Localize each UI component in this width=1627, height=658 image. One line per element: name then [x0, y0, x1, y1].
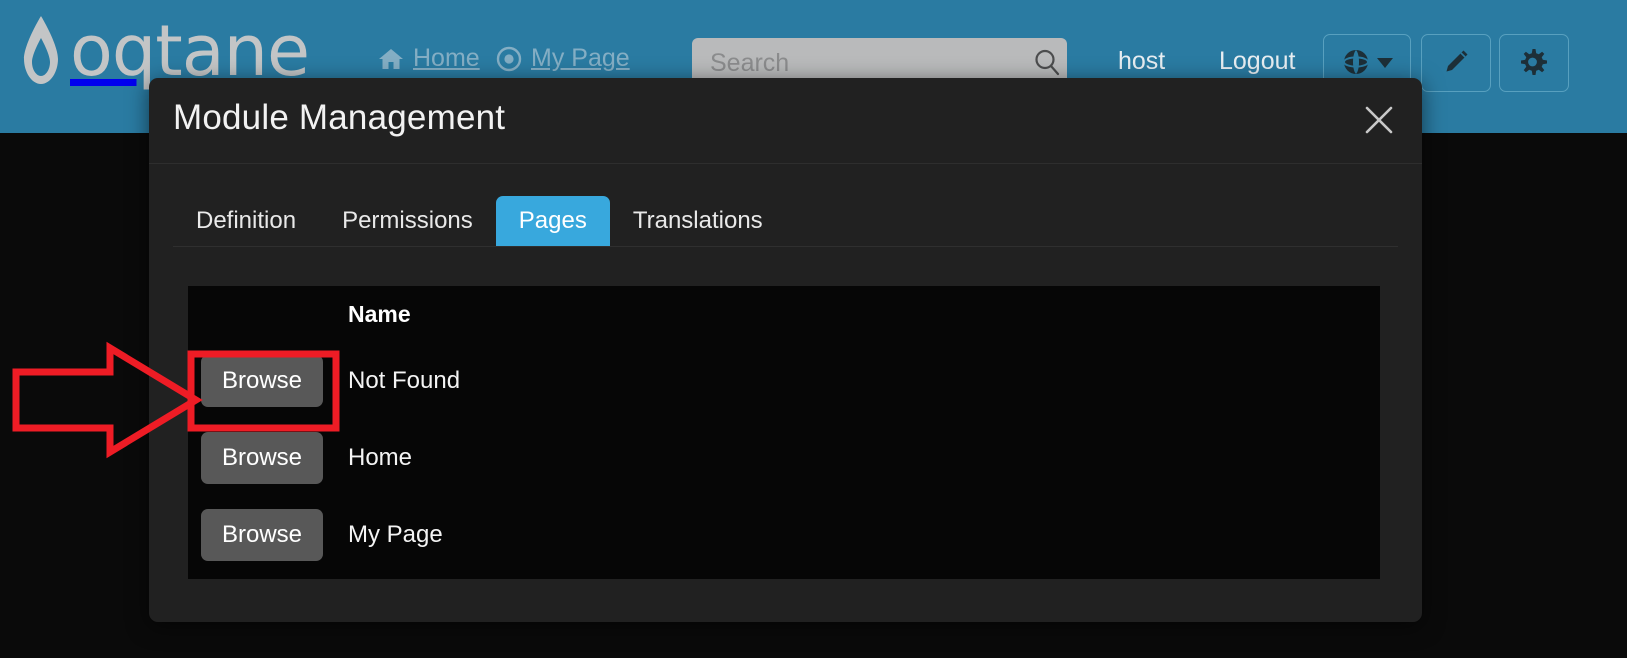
target-circle-icon: [496, 46, 522, 72]
browse-button[interactable]: Browse: [201, 354, 323, 407]
tab-definition[interactable]: Definition: [173, 196, 319, 246]
modal-tabs: Definition Permissions Pages Translation…: [173, 195, 1398, 247]
tab-pages[interactable]: Pages: [495, 196, 610, 246]
site-settings-button[interactable]: [1499, 34, 1569, 92]
modal-header: Module Management: [149, 78, 1422, 164]
logout-link[interactable]: Logout: [1219, 47, 1295, 76]
logo-wordmark: oqtane: [70, 10, 310, 92]
pencil-icon: [1441, 47, 1471, 80]
module-management-modal: Module Management Definition Permissions…: [149, 78, 1422, 622]
gear-icon: [1519, 47, 1549, 80]
table-header-name: Name: [348, 300, 411, 327]
search-icon: [1032, 47, 1062, 80]
table-cell-action: Browse: [188, 354, 348, 407]
user-account-link[interactable]: host: [1118, 47, 1165, 76]
pages-table: Name Browse Not Found Browse Home Browse…: [188, 286, 1380, 579]
search-button[interactable]: [1032, 47, 1062, 80]
nav-link-home[interactable]: Home: [378, 44, 480, 73]
table-header-row: Name: [188, 286, 1380, 342]
globe-icon: [1341, 47, 1371, 80]
nav-link-my-page[interactable]: My Page: [496, 44, 630, 73]
table-row: Browse Not Found: [188, 342, 1380, 419]
table-cell-name: My Page: [348, 520, 443, 548]
nav-link-my-page-label: My Page: [531, 44, 630, 72]
tab-permissions[interactable]: Permissions: [319, 196, 496, 246]
browse-button[interactable]: Browse: [201, 508, 323, 561]
tab-translations[interactable]: Translations: [610, 196, 786, 246]
modal-close-button[interactable]: [1358, 100, 1400, 142]
modal-title: Module Management: [173, 98, 506, 137]
app-screen: oqtane Home My Page Search host Logout M…: [0, 0, 1627, 658]
site-logo[interactable]: oqtane: [18, 10, 310, 92]
nav-link-home-label: Home: [413, 44, 480, 72]
chevron-down-icon: [1377, 58, 1393, 68]
table-row: Browse My Page: [188, 496, 1380, 573]
table-cell-name: Home: [348, 443, 413, 471]
table-cell-action: Browse: [188, 508, 348, 561]
table-row: Browse Home: [188, 419, 1380, 496]
browse-button[interactable]: Browse: [201, 431, 323, 484]
table-cell-action: Browse: [188, 431, 348, 484]
water-drop-icon: [24, 16, 58, 84]
edit-mode-button[interactable]: [1421, 34, 1491, 92]
table-cell-name: Not Found: [348, 366, 461, 394]
close-x-icon: [1361, 102, 1397, 141]
home-icon: [378, 47, 404, 71]
